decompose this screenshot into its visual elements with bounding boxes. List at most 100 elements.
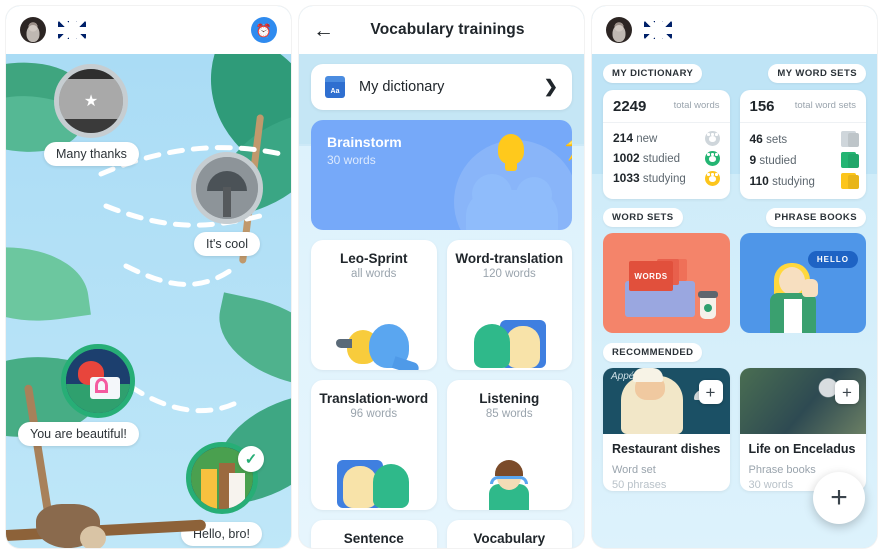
books-icon bbox=[841, 172, 856, 189]
enceladus-illustration: + bbox=[739, 368, 866, 434]
paw-icon bbox=[704, 150, 720, 166]
restaurant-illustration: Appе́t + bbox=[603, 368, 730, 434]
recommended-cards: Appе́t + Restaurant dishes Word set 50 p… bbox=[603, 368, 866, 491]
set-cards-row: WORDS HELLO bbox=[603, 233, 866, 333]
recommended-title: Life on Enceladus bbox=[748, 442, 856, 456]
palm-leaf-icon bbox=[6, 235, 91, 333]
dictionary-stat-card[interactable]: 2249 total words 214 new 1002 studied 10… bbox=[603, 90, 730, 199]
panel1-topbar: ⏰ bbox=[6, 6, 291, 54]
uk-flag-icon[interactable] bbox=[58, 21, 86, 39]
waving-hand-icon bbox=[802, 279, 818, 297]
wordset-total: 156 bbox=[749, 98, 775, 115]
stat-row-studied: 1002 studied bbox=[613, 148, 720, 168]
training-title: Sentence bbox=[343, 531, 404, 546]
alarm-clock-icon[interactable]: ⏰ bbox=[251, 17, 277, 43]
training-card-listening[interactable]: Listening 85 words bbox=[446, 380, 572, 510]
paw-icon bbox=[704, 170, 720, 186]
dictionary-total-label: total words bbox=[673, 100, 720, 112]
add-button[interactable]: + bbox=[698, 380, 723, 404]
recommended-card-enceladus[interactable]: + Life on Enceladus Phrase books 30 word… bbox=[739, 368, 866, 491]
training-title: Listening bbox=[479, 391, 540, 406]
training-card-translation-word[interactable]: Translation-word 96 words bbox=[311, 380, 437, 510]
two-people-reversed-illustration bbox=[319, 426, 429, 510]
training-subtitle: 96 words bbox=[350, 408, 398, 420]
headphones-girl-illustration bbox=[455, 426, 565, 510]
screenshot-stage: ⏰ ★ Many thanks It's cool You are beauti… bbox=[0, 0, 889, 554]
wordset-stat-card[interactable]: 156 total word sets 46 sets 9 studied 11… bbox=[739, 90, 866, 199]
stat-row-studied: 9 studied bbox=[750, 149, 856, 170]
panel-learning-map: ⏰ ★ Many thanks It's cool You are beauti… bbox=[6, 6, 291, 548]
training-grid: Leo-Sprint all words Word-translation 12… bbox=[311, 240, 572, 548]
recommended-card-restaurant[interactable]: Appе́t + Restaurant dishes Word set 50 p… bbox=[603, 368, 730, 491]
training-subtitle: all words bbox=[351, 268, 397, 280]
recommended-chip-row: RECOMMENDED bbox=[603, 342, 866, 362]
panel-vocabulary-trainings: ← Vocabulary trainings Aa My dictionary … bbox=[299, 6, 584, 548]
my-dictionary-label: My dictionary bbox=[359, 79, 445, 95]
trainings-body: Aa My dictionary ❯ Brainstorm 30 words ⚡… bbox=[299, 54, 584, 548]
panel2-topbar: ← Vocabulary trainings bbox=[299, 6, 584, 54]
books-icon bbox=[841, 151, 856, 168]
training-title: Word-translation bbox=[455, 251, 564, 266]
section-chips-row-2: WORD SETS PHRASE BOOKS bbox=[603, 208, 866, 227]
stat-row-studying: 110 studying bbox=[750, 170, 856, 191]
node-completed-badge: ✓ bbox=[238, 446, 264, 472]
map-node-many-thanks[interactable]: ★ bbox=[54, 64, 128, 138]
two-people-illustration bbox=[455, 286, 565, 370]
panel3-topbar bbox=[592, 6, 877, 54]
chip-recommended[interactable]: RECOMMENDED bbox=[603, 343, 703, 362]
map-node-you-are-beautiful[interactable] bbox=[61, 344, 135, 418]
palm-leaf-icon bbox=[208, 292, 291, 390]
chip-my-dictionary[interactable]: MY DICTIONARY bbox=[603, 64, 703, 83]
dictionary-total: 2249 bbox=[613, 98, 647, 115]
training-subtitle: 120 words bbox=[482, 268, 536, 280]
add-fab-button[interactable]: + bbox=[813, 472, 865, 524]
cloud-icon bbox=[466, 174, 558, 230]
section-chips-row: MY DICTIONARY MY WORD SETS bbox=[603, 64, 866, 83]
training-subtitle: 85 words bbox=[485, 408, 533, 420]
training-title: Vocabulary bbox=[473, 531, 546, 546]
training-card-sentence[interactable]: Sentence bbox=[311, 520, 437, 548]
paw-icon bbox=[704, 130, 720, 146]
training-title: Leo-Sprint bbox=[340, 251, 408, 266]
brainstorm-card[interactable]: Brainstorm 30 words ⚡ bbox=[311, 120, 572, 230]
chip-word-sets[interactable]: WORD SETS bbox=[603, 208, 683, 227]
avatar[interactable] bbox=[20, 17, 46, 43]
map-node-label: It's cool bbox=[194, 232, 260, 256]
phrase-books-card[interactable]: HELLO bbox=[739, 233, 866, 333]
word-sets-card[interactable]: WORDS bbox=[603, 233, 730, 333]
hello-bubble: HELLO bbox=[807, 251, 858, 268]
my-dictionary-row[interactable]: Aa My dictionary ❯ bbox=[311, 64, 572, 110]
divider bbox=[739, 122, 866, 123]
training-card-word-translation[interactable]: Word-translation 120 words bbox=[446, 240, 572, 370]
avatar[interactable] bbox=[606, 17, 632, 43]
chevron-right-icon: ❯ bbox=[543, 77, 558, 96]
divider bbox=[603, 122, 730, 123]
recommended-count: 50 phrases bbox=[612, 478, 667, 491]
training-card-leo-sprint[interactable]: Leo-Sprint all words bbox=[311, 240, 437, 370]
map-node-its-cool[interactable] bbox=[191, 152, 263, 224]
recommended-type: Word set bbox=[612, 463, 656, 476]
chip-phrase-books[interactable]: PHRASE BOOKS bbox=[765, 208, 866, 227]
uk-flag-icon[interactable] bbox=[644, 21, 672, 39]
sloth-illustration bbox=[36, 504, 106, 548]
add-button[interactable]: + bbox=[835, 380, 859, 404]
training-title: Translation-word bbox=[319, 391, 429, 406]
dictionary-book-icon: Aa bbox=[325, 76, 345, 98]
map-node-label: You are beautiful! bbox=[18, 422, 139, 446]
map-node-label: Many thanks bbox=[44, 142, 139, 166]
panel-dashboard: MY DICTIONARY MY WORD SETS 2249 total wo… bbox=[592, 6, 877, 548]
stat-row-studying: 1033 studying bbox=[613, 168, 720, 188]
books-icon bbox=[841, 130, 856, 147]
page-title: Vocabulary trainings bbox=[370, 21, 525, 38]
chip-my-word-sets[interactable]: MY WORD SETS bbox=[768, 64, 866, 83]
stat-cards: 2249 total words 214 new 1002 studied 10… bbox=[603, 90, 866, 199]
back-arrow-icon[interactable]: ← bbox=[313, 20, 339, 41]
coffee-cup-icon bbox=[697, 291, 718, 319]
jungle-map[interactable]: ★ Many thanks It's cool You are beautifu… bbox=[6, 54, 291, 548]
lightbulb-icon bbox=[498, 134, 524, 164]
training-card-vocabulary[interactable]: Vocabulary bbox=[446, 520, 572, 548]
word-card-labeled: WORDS bbox=[629, 261, 673, 291]
parrots-illustration bbox=[319, 286, 429, 370]
stat-row-sets: 46 sets bbox=[750, 128, 856, 149]
recommended-title: Restaurant dishes bbox=[612, 442, 721, 456]
